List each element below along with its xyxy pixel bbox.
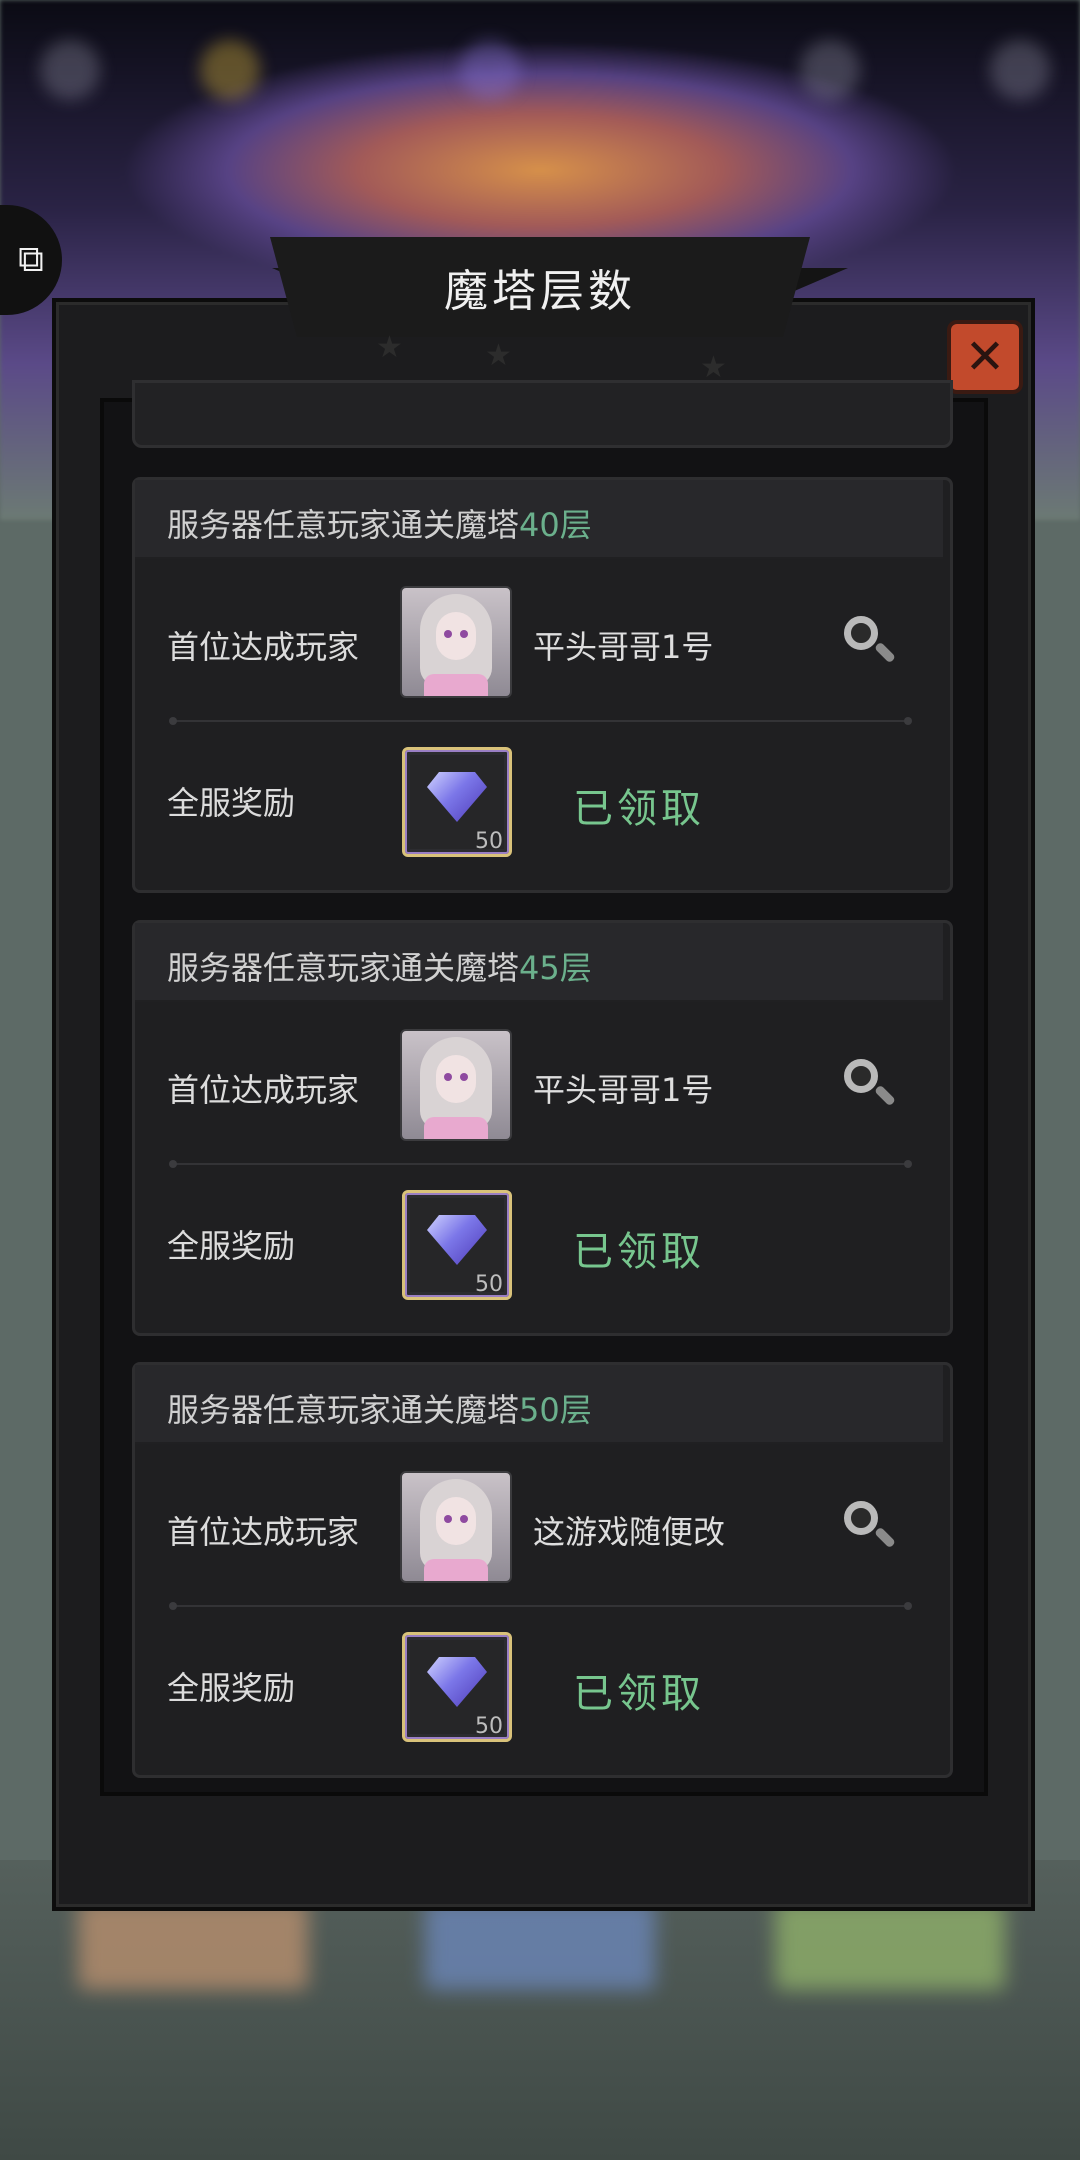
- player-avatar[interactable]: [400, 1471, 512, 1583]
- list-item: 服务器任意玩家通关魔塔50层 首位达成玩家 这游戏随便改 全服奖励 50 已领取: [132, 1362, 953, 1778]
- diamond-reward[interactable]: 50: [402, 747, 512, 857]
- player-avatar[interactable]: [400, 586, 512, 698]
- bottom-tab-blur: [775, 1900, 1005, 1990]
- panel-title: 魔塔层数: [444, 266, 636, 317]
- bottom-tab-blur: [78, 1900, 308, 1990]
- close-button[interactable]: ✕: [947, 320, 1023, 394]
- title-banner: 魔塔层数: [270, 237, 810, 337]
- player-name: 平头哥哥1号: [533, 1071, 714, 1109]
- diamond-icon: [427, 772, 487, 822]
- list-item-partial: [132, 380, 953, 448]
- search-button[interactable]: [840, 1055, 898, 1113]
- reward-count: 50: [475, 1272, 503, 1297]
- divider: [169, 1602, 912, 1610]
- reward-count: 50: [475, 829, 503, 854]
- first-player-label: 首位达成玩家: [167, 1071, 360, 1109]
- bg-blur-icon: [40, 40, 100, 100]
- diamond-icon: [427, 1657, 487, 1707]
- reward-count: 50: [475, 1714, 503, 1739]
- search-icon: [844, 1059, 878, 1093]
- puzzle-icon: ⧉: [18, 239, 44, 280]
- search-icon: [844, 1501, 878, 1535]
- claimed-status: 已领取: [573, 1229, 705, 1275]
- list-item: 服务器任意玩家通关魔塔45层 首位达成玩家 平头哥哥1号 全服奖励 50 已领取: [132, 920, 953, 1336]
- first-player-label: 首位达成玩家: [167, 628, 360, 666]
- star-icon: ★: [376, 330, 403, 365]
- player-name: 平头哥哥1号: [533, 628, 714, 666]
- diamond-reward[interactable]: 50: [402, 1190, 512, 1300]
- divider: [169, 1160, 912, 1168]
- reward-label: 全服奖励: [167, 784, 296, 822]
- bg-blur-icon: [990, 40, 1050, 100]
- reward-label: 全服奖励: [167, 1669, 296, 1707]
- divider: [169, 717, 912, 725]
- claimed-status: 已领取: [573, 1671, 705, 1717]
- bg-blur-icon: [200, 40, 260, 100]
- star-icon: ★: [485, 338, 512, 373]
- player-avatar[interactable]: [400, 1029, 512, 1141]
- search-button[interactable]: [840, 612, 898, 670]
- reward-label: 全服奖励: [167, 1227, 296, 1265]
- diamond-icon: [427, 1215, 487, 1265]
- bg-blur-icon: [460, 40, 520, 100]
- diamond-reward[interactable]: 50: [402, 1632, 512, 1742]
- search-icon: [844, 616, 878, 650]
- card-title: 服务器任意玩家通关魔塔50层: [167, 1391, 592, 1429]
- card-title: 服务器任意玩家通关魔塔45层: [167, 949, 592, 987]
- list-item: 服务器任意玩家通关魔塔40层 首位达成玩家 平头哥哥1号 全服奖励 50 已领取: [132, 477, 953, 893]
- claimed-status: 已领取: [573, 786, 705, 832]
- bottom-tab-blur: [425, 1900, 655, 1990]
- bg-blur-icon: [800, 40, 860, 100]
- card-title: 服务器任意玩家通关魔塔40层: [167, 506, 592, 544]
- first-player-label: 首位达成玩家: [167, 1513, 360, 1551]
- search-button[interactable]: [840, 1497, 898, 1555]
- close-icon: ✕: [964, 329, 1006, 385]
- player-name: 这游戏随便改: [533, 1513, 726, 1551]
